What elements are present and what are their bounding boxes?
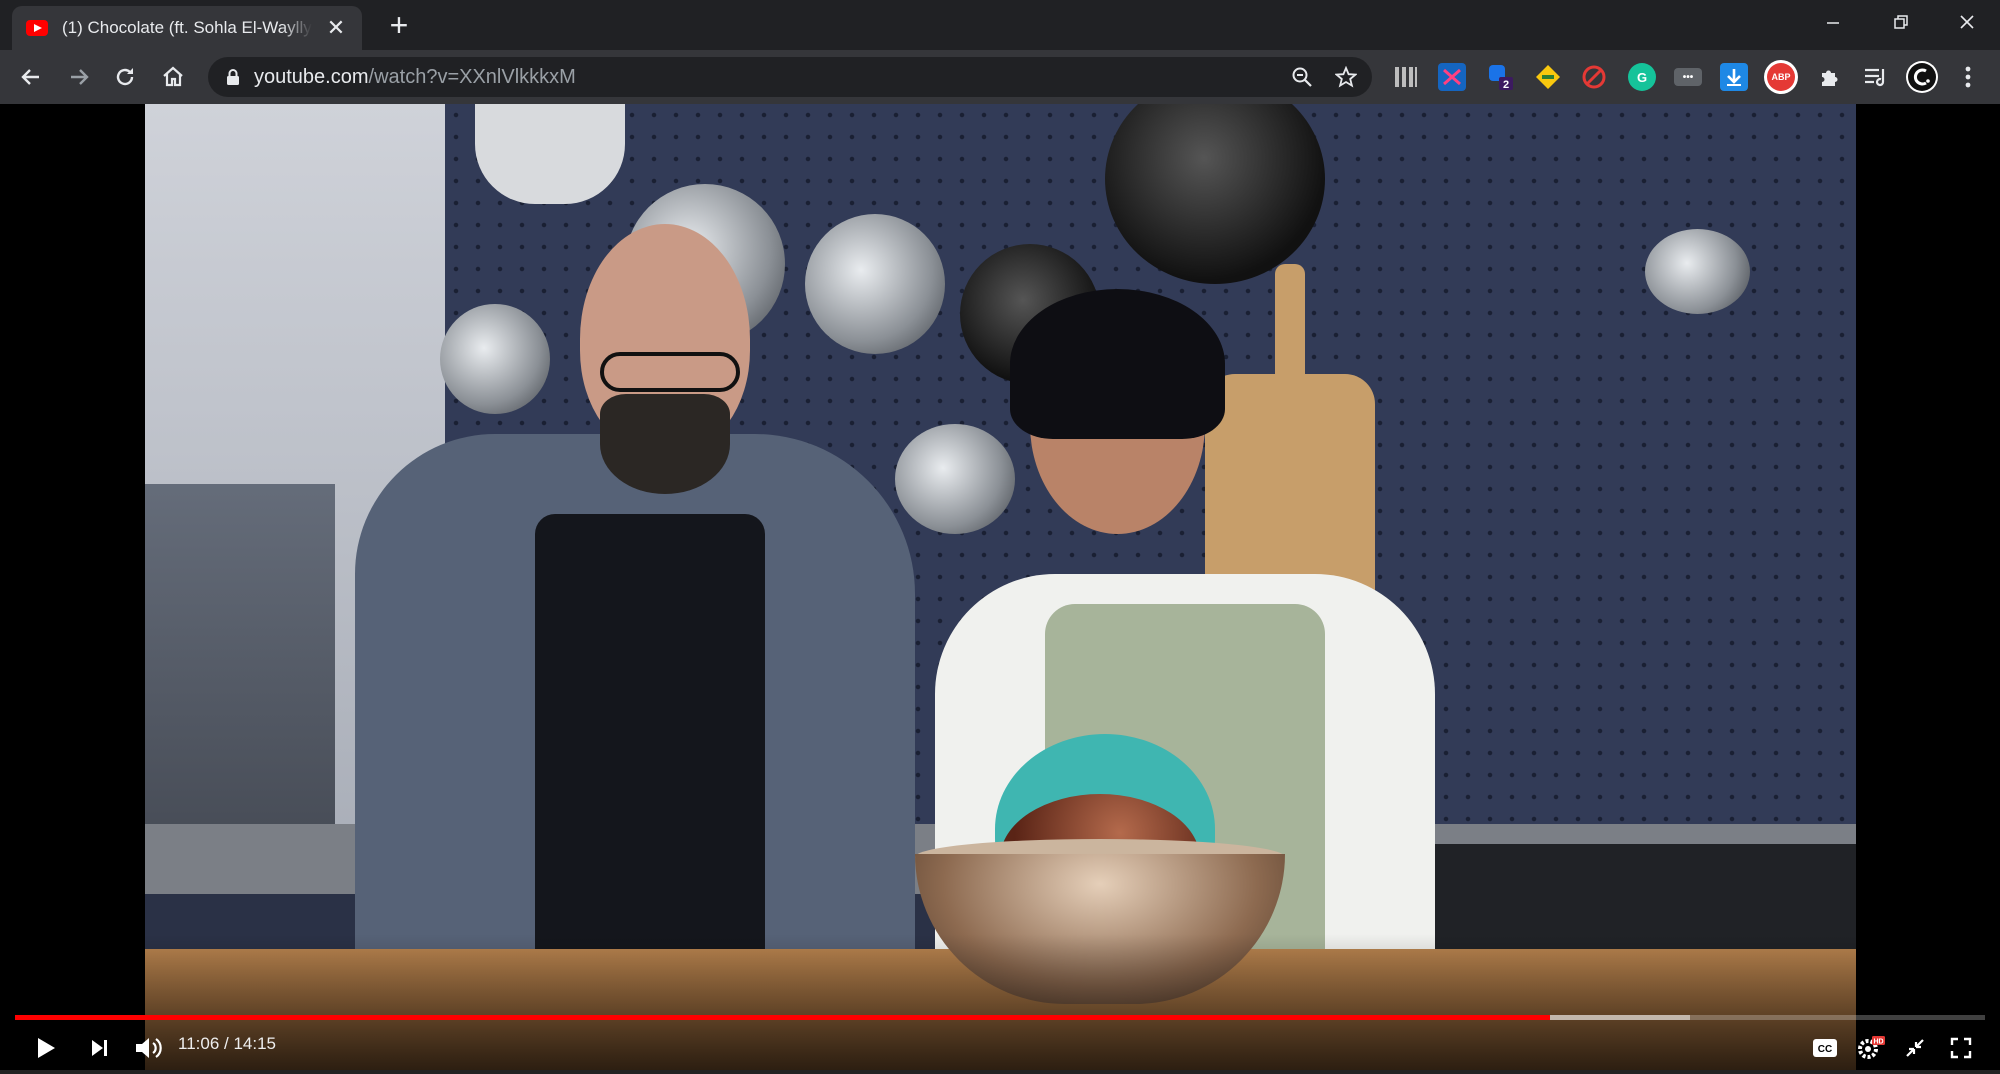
time-display: 11:06 / 14:15 xyxy=(178,1034,276,1053)
kebab-menu-icon xyxy=(1965,66,1971,88)
media-playlist-icon[interactable] xyxy=(1862,63,1890,91)
extension-stripes-icon[interactable] xyxy=(1392,63,1420,91)
minimize-button[interactable] xyxy=(1800,0,1866,44)
zoom-out-icon xyxy=(1292,67,1312,87)
restore-button[interactable] xyxy=(1868,0,1934,44)
settings-button[interactable]: HD xyxy=(1848,1026,1892,1070)
url-text[interactable]: youtube.com/watch?v=XXnlVlkkkxM xyxy=(254,66,576,89)
home-icon xyxy=(163,66,183,87)
volume-icon xyxy=(136,1038,162,1058)
fullscreen-button[interactable] xyxy=(1940,1026,1982,1070)
forward-button[interactable] xyxy=(60,58,98,96)
arrow-right-icon xyxy=(71,69,89,85)
extension-adblock-plus-icon[interactable]: ABP xyxy=(1764,60,1798,94)
youtube-favicon-icon xyxy=(26,20,48,36)
browser-menu-button[interactable] xyxy=(1954,63,1982,91)
fullscreen-icon xyxy=(1950,1037,1972,1059)
exit-theater-icon xyxy=(1906,1039,1924,1057)
address-bar[interactable]: youtube.com/watch?v=XXnlVlkkkxM xyxy=(208,57,1372,97)
progress-bar[interactable] xyxy=(15,1015,1985,1020)
close-icon xyxy=(1960,15,1974,29)
restore-icon xyxy=(1894,15,1908,29)
reload-button[interactable] xyxy=(106,58,144,96)
settings-gear-icon: HD xyxy=(1858,1036,1885,1059)
video-frame[interactable] xyxy=(145,104,1856,1074)
home-button[interactable] xyxy=(154,58,192,96)
extension-dots-icon[interactable]: ••• xyxy=(1674,68,1702,86)
minimize-icon xyxy=(1827,22,1839,24)
extension-download-icon[interactable] xyxy=(1720,63,1748,91)
extension-tracker-icon[interactable] xyxy=(1438,63,1466,91)
close-window-button[interactable] xyxy=(1934,0,2000,44)
url-host: youtube.com xyxy=(254,66,369,88)
extensions-puzzle-icon[interactable] xyxy=(1816,63,1844,91)
extension-block-icon[interactable] xyxy=(1580,63,1608,91)
skip-next-icon xyxy=(92,1040,107,1056)
arrow-left-icon xyxy=(21,69,39,85)
new-tab-button[interactable]: + xyxy=(382,8,416,42)
captions-button[interactable]: CC xyxy=(1804,1026,1846,1070)
bookmark-button[interactable] xyxy=(1332,63,1360,91)
star-icon xyxy=(1335,66,1357,88)
miniplayer-button[interactable] xyxy=(1894,1026,1936,1070)
extension-grammarly-icon[interactable]: G xyxy=(1628,63,1656,91)
avatar-icon xyxy=(1908,63,1936,91)
play-button[interactable] xyxy=(26,1026,66,1070)
zoom-button[interactable] xyxy=(1288,63,1316,91)
next-button[interactable] xyxy=(80,1026,120,1070)
captions-icon: CC xyxy=(1813,1039,1837,1057)
tab-strip: (1) Chocolate (ft. Sohla El-Waylly) | Ba… xyxy=(0,0,2000,50)
extension-badge-count: 2 xyxy=(1503,79,1509,91)
video-player[interactable]: 11:06 / 14:15 CC HD xyxy=(0,104,2000,1074)
tab-close-icon[interactable]: ✕ xyxy=(324,15,348,41)
tab-youtube[interactable]: (1) Chocolate (ft. Sohla El-Waylly) | Ba… xyxy=(12,6,362,50)
reload-icon xyxy=(116,68,134,86)
extension-blue-badge-icon[interactable]: 2 xyxy=(1486,63,1514,91)
url-path: /watch?v=XXnlVlkkkxM xyxy=(368,66,576,88)
volume-button[interactable] xyxy=(128,1026,170,1070)
profile-avatar[interactable] xyxy=(1906,61,1938,93)
extension-yellow-diamond-icon[interactable] xyxy=(1534,63,1562,91)
back-button[interactable] xyxy=(12,58,50,96)
lock-icon xyxy=(227,69,239,85)
browser-toolbar: youtube.com/watch?v=XXnlVlkkkxM 2 G ••• … xyxy=(0,50,2000,104)
progress-played xyxy=(15,1015,1550,1020)
tab-title: (1) Chocolate (ft. Sohla El-Waylly) | Ba… xyxy=(62,18,312,37)
hd-badge: HD xyxy=(1873,1039,1883,1046)
svg-text:CC: CC xyxy=(1818,1044,1832,1055)
play-icon xyxy=(38,1038,55,1058)
